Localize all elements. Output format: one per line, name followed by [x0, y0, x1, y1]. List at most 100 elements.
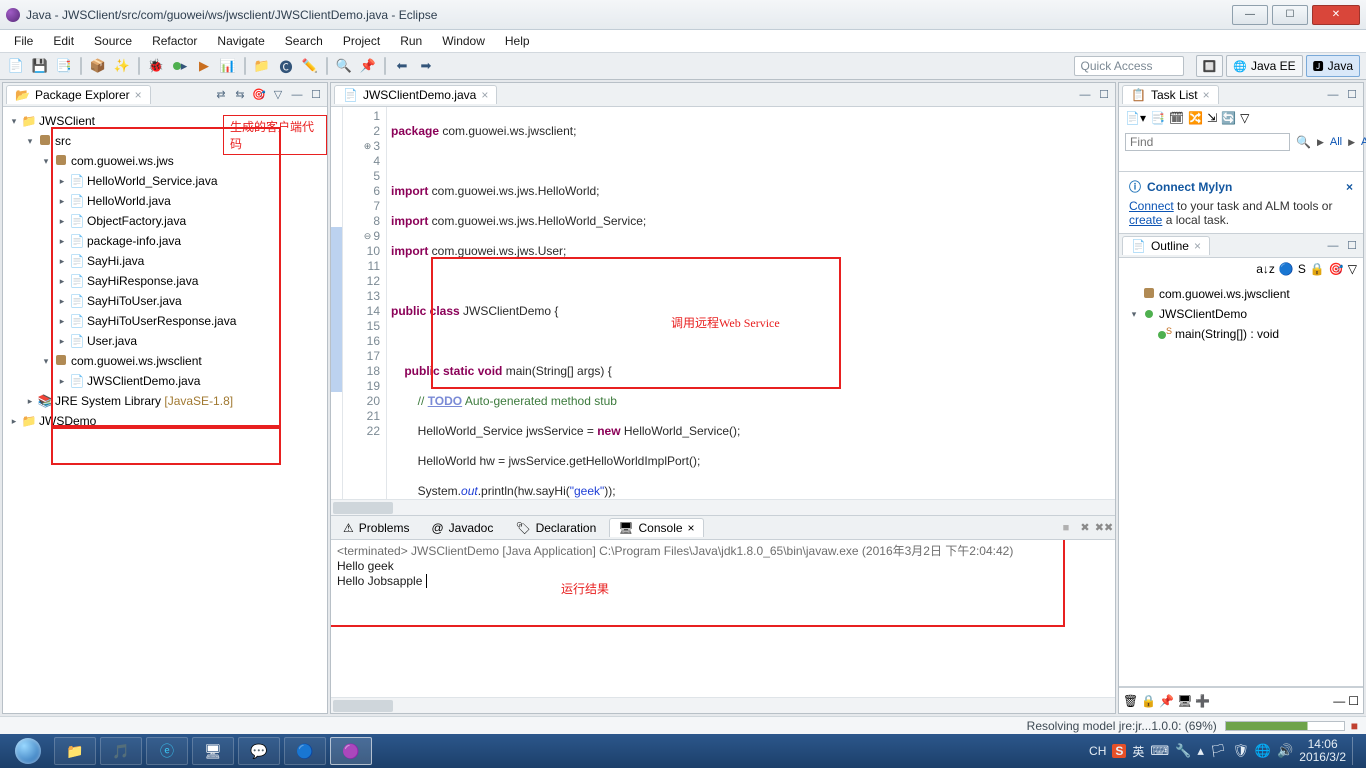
focus-icon[interactable]: 🎯 [251, 87, 267, 103]
menu-navigate[interactable]: Navigate [209, 32, 272, 50]
minimize-view-icon[interactable]: — [289, 87, 305, 103]
new-task-icon[interactable]: 📄▾ [1125, 111, 1146, 125]
display-selected-icon[interactable]: 🖥 [1177, 694, 1192, 708]
taskbar-chrome[interactable]: 🔵 [284, 737, 326, 765]
close-icon[interactable]: × [688, 521, 695, 535]
maximize-view-icon[interactable]: ☐ [308, 87, 324, 103]
wand-button[interactable]: ✨ [112, 56, 132, 76]
open-type-button[interactable]: 📦 [88, 56, 108, 76]
search-icon[interactable]: 🔍 [1296, 135, 1311, 149]
view-menu-icon[interactable]: ▽ [1348, 262, 1357, 276]
link-editor-icon[interactable]: ⇆ [232, 87, 248, 103]
menu-help[interactable]: Help [497, 32, 538, 50]
coverage-button[interactable]: 📊 [218, 56, 238, 76]
open-console-icon[interactable]: ➕ [1195, 694, 1210, 708]
package-node[interactable]: com.guowei.ws.jwsclient [71, 354, 202, 368]
ime-indicator[interactable]: CH [1089, 744, 1106, 758]
taskbar-app[interactable]: 🖥 [192, 737, 234, 765]
package-node[interactable]: com.guowei.ws.jws [71, 154, 174, 168]
open-perspective-button[interactable]: 🔲 [1196, 55, 1224, 77]
network-icon[interactable]: 🌐 [1255, 743, 1271, 759]
code-body[interactable]: package com.guowei.ws.jwsclient; import … [387, 107, 1115, 499]
outline-method[interactable]: main(String[]) : void [1175, 327, 1279, 341]
maximize-view-icon[interactable]: ☐ [1348, 694, 1359, 708]
maximize-view-icon[interactable]: ☐ [1096, 87, 1112, 103]
task-list-tab[interactable]: 📋 Task List × [1122, 85, 1219, 104]
new-package-button[interactable]: 📁 [252, 56, 272, 76]
project-node[interactable]: JWSClient [39, 114, 95, 128]
file-node[interactable]: User.java [87, 334, 137, 348]
perspective-java[interactable]: 🅹 Java [1306, 55, 1360, 77]
outline-tree[interactable]: com.guowei.ws.jwsclient ▾JWSClientDemo S… [1119, 280, 1363, 686]
outline-tab[interactable]: 📄 Outline × [1122, 236, 1210, 255]
console-hscroll[interactable] [331, 697, 1115, 713]
minimize-view-icon[interactable]: — [1325, 238, 1341, 254]
close-button[interactable]: ✕ [1312, 5, 1360, 25]
save-all-button[interactable]: 📑 [54, 56, 74, 76]
package-explorer-tree[interactable]: ▾📁JWSClient ▾src ▾com.guowei.ws.jws ▸📄He… [3, 107, 327, 713]
hide-static-icon[interactable]: S [1298, 262, 1306, 276]
taskbar-eclipse[interactable]: 🟣 [330, 737, 372, 765]
focus-icon[interactable]: 🎯 [1329, 262, 1344, 276]
open-task-button[interactable]: ✏️ [300, 56, 320, 76]
outline-class[interactable]: JWSClientDemo [1159, 307, 1247, 321]
shield-icon[interactable]: 🛡 [1232, 743, 1249, 759]
tool-icon[interactable]: 🔧 [1175, 743, 1191, 759]
pin-console-icon[interactable]: 📌 [1159, 694, 1174, 708]
action-center-icon[interactable]: 🏳 [1210, 743, 1227, 759]
stop-progress-icon[interactable]: ■ [1351, 719, 1358, 733]
remove-all-icon[interactable]: ✖✖ [1096, 520, 1112, 536]
new-class-button[interactable]: 🅒 [276, 56, 296, 76]
quick-access-input[interactable]: Quick Access [1074, 56, 1184, 76]
focus-workweek-icon[interactable]: 🔀 [1188, 111, 1203, 125]
menu-window[interactable]: Window [434, 32, 493, 50]
minimize-view-icon[interactable]: — [1333, 694, 1345, 708]
scroll-lock-icon[interactable]: 🔒 [1141, 694, 1156, 708]
new-button[interactable]: 📄 [6, 56, 26, 76]
file-node[interactable]: SayHi.java [87, 254, 144, 268]
minimize-view-icon[interactable]: — [1077, 87, 1093, 103]
perspective-javaee[interactable]: 🌐 Java EE [1226, 55, 1302, 77]
maximize-view-icon[interactable]: ☐ [1344, 87, 1360, 103]
activate-link[interactable]: Activate... [1361, 136, 1366, 148]
mylyn-connect-link[interactable]: Connect [1129, 199, 1174, 213]
chevron-up-icon[interactable]: ▴ [1197, 743, 1204, 759]
maximize-view-icon[interactable]: ☐ [1344, 238, 1360, 254]
synchronize-icon[interactable]: 🔄 [1221, 111, 1236, 125]
view-menu-icon[interactable]: ▽ [270, 87, 286, 103]
schedule-icon[interactable]: 🗓 [1169, 111, 1184, 125]
clear-console-icon[interactable]: 🗑 [1123, 694, 1138, 708]
terminate-icon[interactable]: ■ [1058, 520, 1074, 536]
outline-package[interactable]: com.guowei.ws.jwsclient [1159, 287, 1290, 301]
menu-refactor[interactable]: Refactor [144, 32, 205, 50]
tab-javadoc[interactable]: @ Javadoc [422, 518, 502, 538]
categorize-icon[interactable]: 📑 [1150, 111, 1165, 125]
editor-tab[interactable]: 📄 JWSClientDemo.java × [334, 85, 497, 104]
close-icon[interactable]: × [1194, 239, 1201, 253]
file-node[interactable]: SayHiToUser.java [87, 294, 182, 308]
tab-problems[interactable]: ⚠ Problems [334, 518, 418, 538]
package-explorer-tab[interactable]: 📂 Package Explorer × [6, 85, 151, 104]
run-last-button[interactable]: ▶ [194, 56, 214, 76]
code-editor[interactable]: 12⊕345678⊖910111213141516171819202122 pa… [331, 107, 1115, 499]
src-node[interactable]: src [55, 134, 71, 148]
taskbar-music[interactable]: 🎵 [100, 737, 142, 765]
collapse-all-icon[interactable]: ⇄ [213, 87, 229, 103]
forward-button[interactable]: ➡ [416, 56, 436, 76]
file-node[interactable]: HelloWorld_Service.java [87, 174, 218, 188]
mylyn-create-link[interactable]: create [1129, 213, 1162, 227]
close-icon[interactable]: × [1346, 180, 1353, 194]
taskbar-explorer[interactable]: 📁 [54, 737, 96, 765]
debug-button[interactable]: 🐞 [146, 56, 166, 76]
hide-fields-icon[interactable]: 🔵 [1279, 262, 1294, 276]
project-node[interactable]: JWSDemo [39, 414, 96, 428]
ime-lang[interactable]: 英 [1132, 743, 1144, 760]
file-node[interactable]: package-info.java [87, 234, 181, 248]
hide-nonpublic-icon[interactable]: 🔒 [1310, 262, 1325, 276]
minimize-view-icon[interactable]: — [1325, 87, 1341, 103]
sogou-icon[interactable]: S [1112, 744, 1126, 758]
volume-icon[interactable]: 🔊 [1277, 743, 1293, 759]
file-node[interactable]: HelloWorld.java [87, 194, 171, 208]
menu-run[interactable]: Run [392, 32, 430, 50]
file-node[interactable]: JWSClientDemo.java [87, 374, 200, 388]
